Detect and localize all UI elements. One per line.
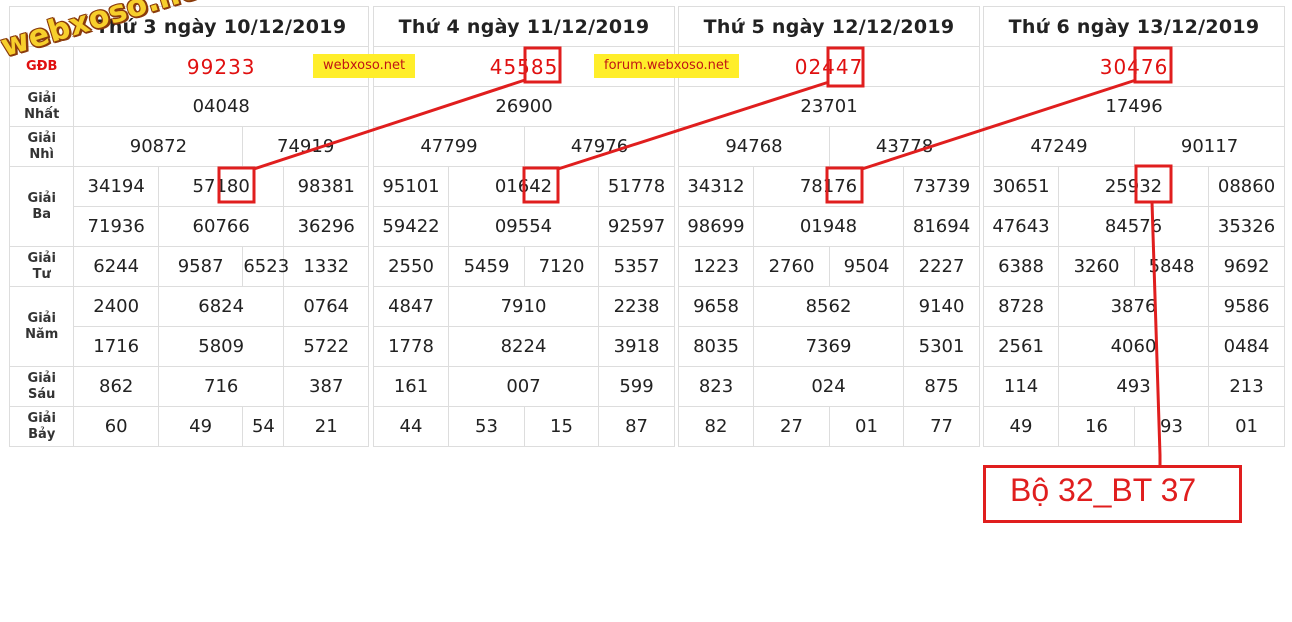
connector-line [557, 80, 830, 171]
highlight-box [523, 46, 562, 84]
highlight-box [826, 46, 865, 88]
highlight-overlay [217, 46, 1173, 465]
highlight-box [522, 166, 560, 204]
highlight-box [1133, 46, 1173, 84]
connector-line [253, 78, 526, 171]
highlight-box [1134, 164, 1173, 204]
highlight-box [825, 166, 864, 204]
annotation-text: Bộ 32_BT 37 [1010, 472, 1197, 508]
highlight-box [217, 166, 256, 204]
connector-line [1150, 201, 1162, 465]
connector-line [861, 78, 1137, 171]
